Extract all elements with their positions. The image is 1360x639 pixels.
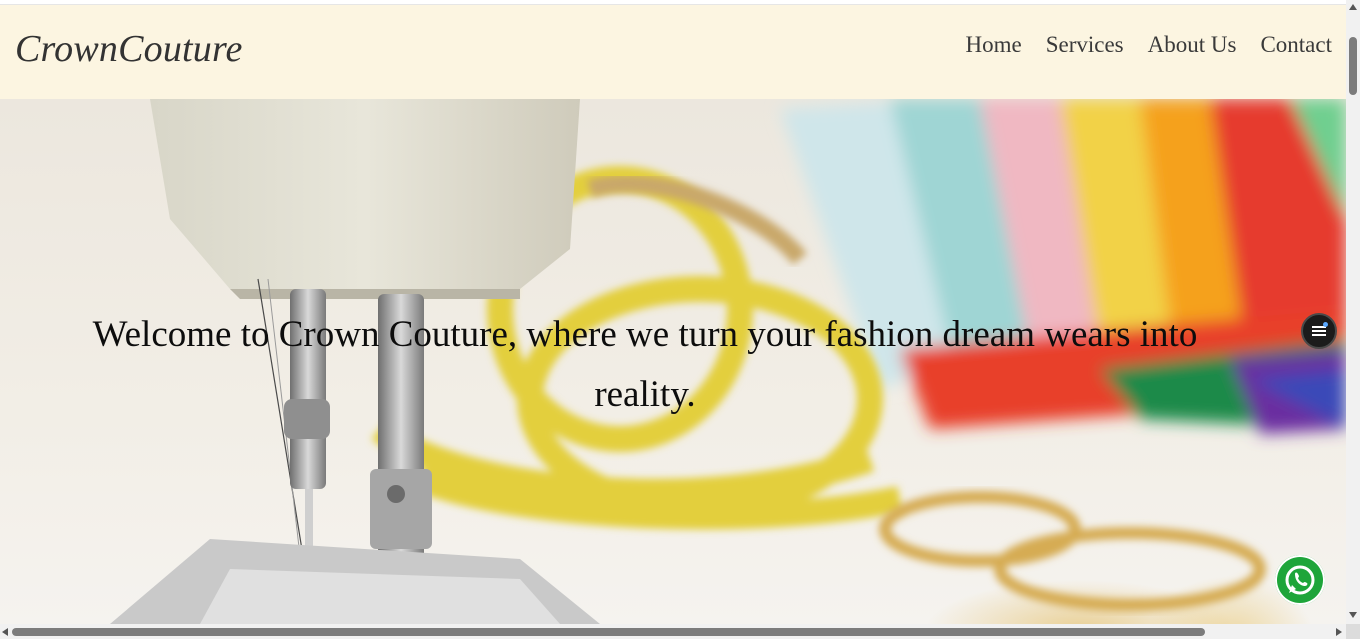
whatsapp-chat-button[interactable] <box>1275 555 1325 605</box>
nav-about-link[interactable]: About Us <box>1148 32 1237 58</box>
vertical-scroll-thumb[interactable] <box>1349 37 1357 95</box>
hero-headline: Welcome to Crown Couture, where we turn … <box>92 314 1198 415</box>
whatsapp-icon <box>1285 565 1315 595</box>
hero-section: Welcome to Crown Couture, where we turn … <box>0 99 1346 624</box>
navbar: CrownCouture Home Services About Us Cont… <box>0 5 1346 99</box>
scroll-right-arrow-icon[interactable] <box>1336 628 1342 636</box>
scroll-up-arrow-icon[interactable] <box>1349 4 1357 10</box>
scroll-left-arrow-icon[interactable] <box>2 628 8 636</box>
main-nav: Home Services About Us Contact <box>966 32 1333 58</box>
horizontal-scrollbar[interactable] <box>0 624 1346 639</box>
nav-contact-link[interactable]: Contact <box>1260 32 1332 58</box>
notification-dot <box>1323 322 1328 327</box>
vertical-scrollbar[interactable] <box>1346 0 1360 624</box>
brand-logo[interactable]: CrownCouture <box>15 27 243 71</box>
floating-menu-button[interactable] <box>1301 313 1337 349</box>
scroll-down-arrow-icon[interactable] <box>1349 612 1357 618</box>
nav-home-link[interactable]: Home <box>966 32 1022 58</box>
nav-services-link[interactable]: Services <box>1046 32 1124 58</box>
horizontal-scroll-thumb[interactable] <box>12 628 1205 636</box>
scrollbar-corner <box>1346 624 1360 639</box>
